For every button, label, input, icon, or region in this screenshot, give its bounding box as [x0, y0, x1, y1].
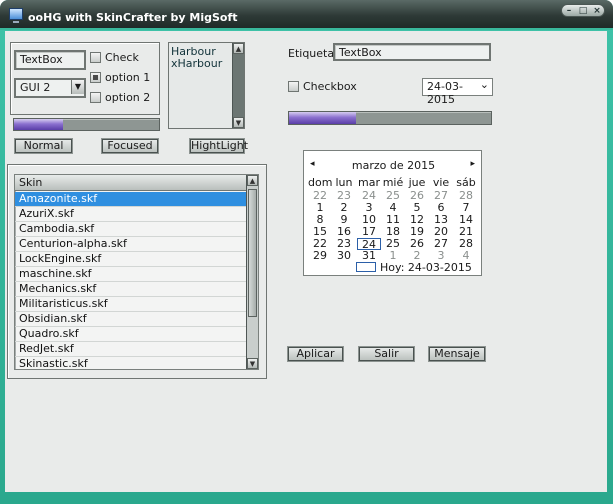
- scroll-up-icon[interactable]: ▲: [233, 43, 244, 54]
- language-listbox[interactable]: Harbour xHarbour ▲ ▼: [168, 42, 245, 129]
- skins-grid[interactable]: Skin Amazonite.skf AzuriX.skf Cambodia.skf…: [14, 174, 259, 370]
- weekday-header: jue: [408, 176, 426, 189]
- table-row[interactable]: Quadro.skf: [15, 327, 247, 342]
- progress-fill-left: [14, 119, 64, 130]
- next-month-icon[interactable]: ▸: [470, 159, 475, 169]
- calendar-day[interactable]: 29: [308, 250, 332, 262]
- option1-label: option 1: [105, 71, 151, 84]
- month-calendar[interactable]: ◂ marzo de 2015 ▸ dom lun mar mié jue vie sáb 2…: [303, 150, 482, 276]
- table-row[interactable]: Centurion-alpha.skf: [15, 237, 247, 252]
- client-area: TextBox Check GUI 2 ▼ option 1 option 2 …: [5, 31, 607, 492]
- option2-label: option 2: [105, 91, 151, 104]
- progress-bar-right: [288, 111, 492, 125]
- focused-button[interactable]: Focused: [102, 139, 158, 153]
- table-row[interactable]: RedJet.skf: [15, 342, 247, 357]
- check-checkbox[interactable]: Check: [90, 51, 139, 64]
- weekday-header: dom: [308, 176, 333, 189]
- progress-bar-left: [13, 118, 160, 131]
- option2-box[interactable]: [90, 92, 101, 103]
- calendar-day[interactable]: 30: [332, 250, 356, 262]
- chevron-down-icon[interactable]: ⌄: [480, 78, 489, 91]
- highlight-button[interactable]: HightLight: [190, 139, 248, 153]
- calendar-day[interactable]: 31: [357, 250, 381, 262]
- progress-fill-right: [289, 112, 356, 124]
- scroll-down-icon[interactable]: ▼: [233, 117, 244, 128]
- table-row[interactable]: Mechanics.skf: [15, 282, 247, 297]
- option1-radio[interactable]: option 1: [90, 71, 150, 84]
- chevron-down-icon[interactable]: ▼: [71, 80, 84, 94]
- check-label: Check: [105, 51, 139, 64]
- weekday-header: vie: [432, 176, 450, 189]
- calendar-day[interactable]: 17: [357, 226, 381, 238]
- app-icon: [9, 8, 23, 23]
- table-row[interactable]: Cambodia.skf: [15, 222, 247, 237]
- combo-value: GUI 2: [20, 81, 51, 94]
- calendar-title[interactable]: marzo de 2015: [304, 159, 483, 172]
- apply-button[interactable]: Aplicar: [288, 347, 343, 361]
- listbox-scrollbar[interactable]: ▲ ▼: [232, 43, 244, 128]
- option2-radio[interactable]: option 2: [90, 91, 150, 104]
- right-textbox[interactable]: TextBox: [333, 43, 491, 61]
- checkbox-control[interactable]: Checkbox: [288, 80, 357, 93]
- date-picker[interactable]: 24-03-2015 ⌄: [422, 78, 493, 106]
- checkbox-box[interactable]: [288, 81, 299, 92]
- scroll-up-icon[interactable]: ▲: [247, 175, 258, 186]
- message-button[interactable]: Mensaje: [429, 347, 485, 361]
- maximize-button[interactable]: □: [578, 6, 588, 16]
- today-link[interactable]: Hoy: 24-03-2015: [380, 261, 472, 274]
- normal-button[interactable]: Normal: [15, 139, 72, 153]
- scroll-down-icon[interactable]: ▼: [247, 358, 258, 369]
- date-value: 24-03-2015: [427, 80, 463, 106]
- table-row[interactable]: Militaristicus.skf: [15, 297, 247, 312]
- table-row[interactable]: Obsidian.skf: [15, 312, 247, 327]
- minimize-button[interactable]: –: [564, 6, 574, 16]
- close-button[interactable]: ×: [592, 6, 602, 16]
- column-header-skin[interactable]: Skin: [15, 175, 247, 191]
- exit-button[interactable]: Salir: [359, 347, 414, 361]
- table-row[interactable]: Skinastic.skf: [15, 357, 247, 369]
- radio-on[interactable]: [90, 72, 101, 83]
- group-textbox[interactable]: TextBox: [14, 50, 86, 70]
- today-marker: [356, 262, 376, 272]
- etiqueta-label: Etiqueta: [288, 47, 335, 60]
- window-title: ooHG with SkinCrafter by MigSoft: [28, 11, 238, 24]
- table-row[interactable]: Amazonite.skf: [15, 192, 247, 207]
- weekday-header: lun: [335, 176, 353, 189]
- table-row[interactable]: maschine.skf: [15, 267, 247, 282]
- weekday-header: mié: [382, 176, 404, 189]
- scroll-thumb[interactable]: [248, 189, 257, 317]
- caption-buttons: – □ ×: [561, 4, 605, 17]
- weekday-header: mar: [358, 176, 380, 189]
- app-window: ooHG with SkinCrafter by MigSoft – □ × T…: [0, 0, 613, 504]
- checkbox-label: Checkbox: [303, 80, 357, 93]
- weekday-header: sáb: [456, 176, 476, 189]
- table-row[interactable]: LockEngine.skf: [15, 252, 247, 267]
- check-box[interactable]: [90, 52, 101, 63]
- grid-scrollbar[interactable]: ▲ ▼: [246, 175, 258, 369]
- gui-combobox[interactable]: GUI 2 ▼: [14, 78, 86, 98]
- title-bar[interactable]: ooHG with SkinCrafter by MigSoft – □ ×: [0, 0, 613, 30]
- table-row[interactable]: AzuriX.skf: [15, 207, 247, 222]
